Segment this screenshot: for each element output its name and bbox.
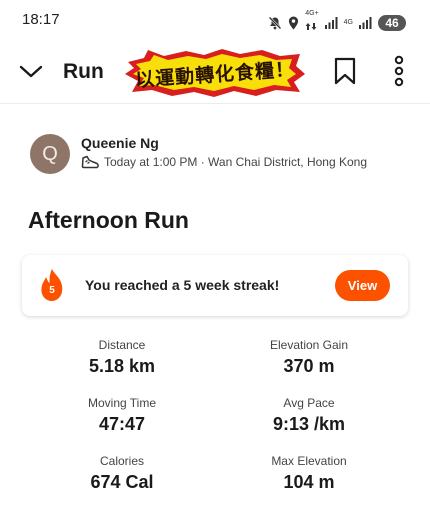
- streak-message: You reached a 5 week streak!: [85, 277, 280, 293]
- stat-label: Max Elevation: [271, 454, 347, 468]
- stat-value: 5.18 km: [88, 356, 156, 376]
- stat-label: Elevation Gain: [269, 338, 349, 352]
- stat-value: 9:13 /km: [272, 414, 346, 434]
- streak-card: 5 You reached a 5 week streak! View: [22, 255, 408, 316]
- stat-distance: Distance 5.18 km: [32, 338, 212, 377]
- network-4g-label: 4G: [343, 19, 353, 26]
- mute-icon: [268, 16, 282, 29]
- stat-value: 674 Cal: [90, 472, 154, 492]
- view-streak-button[interactable]: View: [335, 270, 390, 301]
- stat-label: Avg Pace: [283, 396, 335, 410]
- stat-value: 104 m: [283, 472, 335, 492]
- network-4g: 4G: [344, 19, 353, 26]
- stat-calories: Calories 674 Cal: [32, 454, 212, 493]
- status-time: 18:17: [22, 11, 60, 28]
- activity-meta-text: Today at 1:00 PM · Wan Chai District, Ho…: [104, 155, 368, 169]
- bookmark-icon[interactable]: [333, 57, 357, 85]
- stat-moving-time: Moving Time 47:47: [32, 396, 212, 435]
- avatar[interactable]: Q: [30, 134, 70, 174]
- location-icon: [289, 16, 299, 29]
- stat-label: Moving Time: [87, 396, 157, 410]
- activity-title: Afternoon Run: [28, 207, 189, 233]
- stat-avg-pace: Avg Pace 9:13 /km: [219, 396, 399, 435]
- network-4g-plus: 4G+: [305, 10, 319, 35]
- running-shoe-icon: [81, 155, 99, 169]
- status-icons: 4G+ 4G 46: [268, 10, 406, 35]
- more-options-icon[interactable]: [390, 55, 408, 87]
- stat-value: 370 m: [283, 356, 335, 376]
- stat-label: Distance: [98, 338, 146, 352]
- status-bar: 18:17 4G+ 4G 46: [0, 0, 430, 40]
- page-title: Run: [63, 60, 104, 83]
- app-bar: Run 以運動轉化食糧！: [0, 40, 430, 104]
- stat-value: 47:47: [98, 414, 146, 434]
- slogan-banner: 以運動轉化食糧！: [124, 48, 306, 98]
- stat-max-elevation: Max Elevation 104 m: [219, 454, 399, 493]
- athlete-header[interactable]: Q Queenie Ng Today at 1:00 PM · Wan Chai…: [30, 134, 410, 178]
- data-arrows-icon: [305, 23, 317, 30]
- stat-label: Calories: [99, 454, 144, 468]
- signal-icon-2: [359, 16, 372, 29]
- streak-count: 5: [49, 285, 55, 296]
- athlete-name[interactable]: Queenie Ng: [81, 135, 159, 151]
- chevron-down-icon[interactable]: [18, 60, 44, 82]
- stat-elevation-gain: Elevation Gain 370 m: [219, 338, 399, 377]
- battery-indicator: 46: [378, 14, 406, 31]
- activity-meta: Today at 1:00 PM · Wan Chai District, Ho…: [81, 155, 367, 169]
- signal-icon-1: [324, 16, 338, 29]
- network-4g-plus-label: 4G+: [305, 10, 319, 17]
